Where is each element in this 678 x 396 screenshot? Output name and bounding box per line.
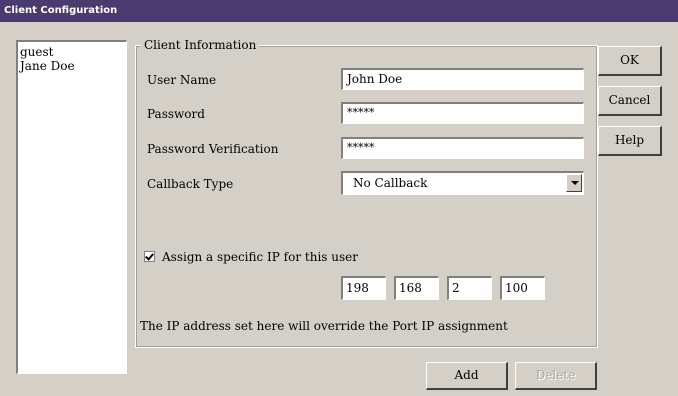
- assign-ip-label: Assign a specific IP for this user: [162, 250, 358, 264]
- user-name-field[interactable]: John Doe: [341, 68, 584, 90]
- callback-type-label: Callback Type: [147, 177, 234, 191]
- password-field[interactable]: *****: [341, 102, 584, 124]
- ip-octet-4[interactable]: 100: [500, 276, 545, 300]
- ip-octet-1[interactable]: 198: [341, 276, 386, 300]
- user-listbox[interactable]: guest Jane Doe: [16, 40, 127, 374]
- ok-button[interactable]: OK: [598, 46, 662, 76]
- password-verification-label: Password Verification: [147, 142, 279, 156]
- password-verification-field[interactable]: *****: [341, 137, 584, 159]
- callback-type-dropdown[interactable]: No Callback: [341, 171, 584, 195]
- window-title: Client Configuration: [4, 5, 118, 16]
- add-button[interactable]: Add: [426, 362, 508, 390]
- group-legend: Client Information: [141, 38, 260, 52]
- ip-octet-2[interactable]: 168: [394, 276, 439, 300]
- list-item[interactable]: guest: [20, 45, 124, 59]
- callback-type-value: No Callback: [353, 176, 428, 190]
- help-button[interactable]: Help: [598, 126, 662, 156]
- ip-octet-3[interactable]: 2: [447, 276, 492, 300]
- ip-note: The IP address set here will override th…: [140, 319, 508, 333]
- client-information-group: [135, 45, 598, 348]
- user-name-label: User Name: [147, 73, 217, 87]
- chevron-down-icon[interactable]: [566, 174, 582, 192]
- password-label: Password: [147, 107, 205, 121]
- cancel-button[interactable]: Cancel: [598, 86, 662, 116]
- assign-ip-checkbox[interactable]: [144, 251, 155, 262]
- delete-button[interactable]: Delete: [515, 362, 597, 390]
- list-item[interactable]: Jane Doe: [20, 59, 124, 73]
- title-bar: Client Configuration: [0, 0, 678, 22]
